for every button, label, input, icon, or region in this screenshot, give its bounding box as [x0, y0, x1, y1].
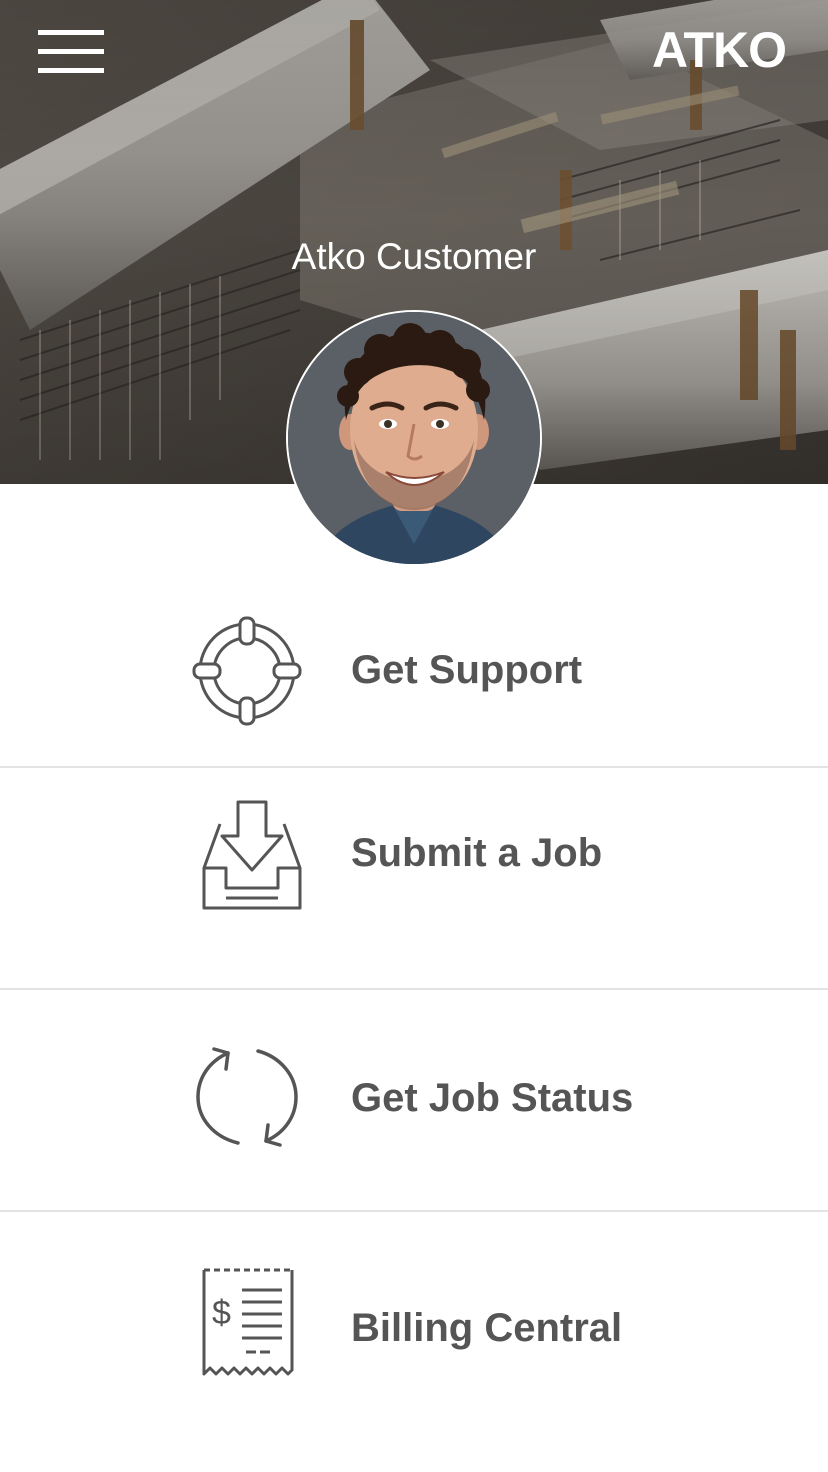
menu-item-get-job-status[interactable]: Get Job Status	[0, 990, 828, 1212]
lifebuoy-icon	[192, 616, 302, 726]
menu-item-label: Submit a Job	[351, 831, 603, 875]
menu-item-submit-job[interactable]: Submit a Job	[0, 768, 828, 990]
receipt-dollar-icon: $	[202, 1268, 294, 1376]
hamburger-menu-icon-bar	[38, 49, 104, 54]
hamburger-menu-button[interactable]	[30, 22, 112, 82]
hamburger-menu-icon	[38, 30, 104, 35]
user-avatar[interactable]	[286, 310, 542, 566]
brand-logo: ATKO	[652, 22, 787, 78]
hamburger-menu-icon-bar	[38, 68, 104, 73]
main-menu-list: Get Support Submit a Job Get Job Status …	[0, 484, 828, 1472]
menu-item-label: Get Job Status	[351, 1076, 634, 1120]
menu-item-billing-central[interactable]: $ Billing Central	[0, 1212, 828, 1472]
dollar-sign: $	[212, 1294, 231, 1332]
inbox-download-icon	[202, 800, 302, 910]
user-avatar-photo	[288, 312, 540, 564]
user-name: Atko Customer	[291, 236, 537, 277]
menu-item-label: Get Support	[351, 648, 583, 692]
menu-item-label: Billing Central	[351, 1306, 623, 1350]
refresh-cycle-icon	[196, 1047, 298, 1147]
app-screen: ATKO Atko Customer Get Support Submit a …	[0, 0, 828, 1472]
